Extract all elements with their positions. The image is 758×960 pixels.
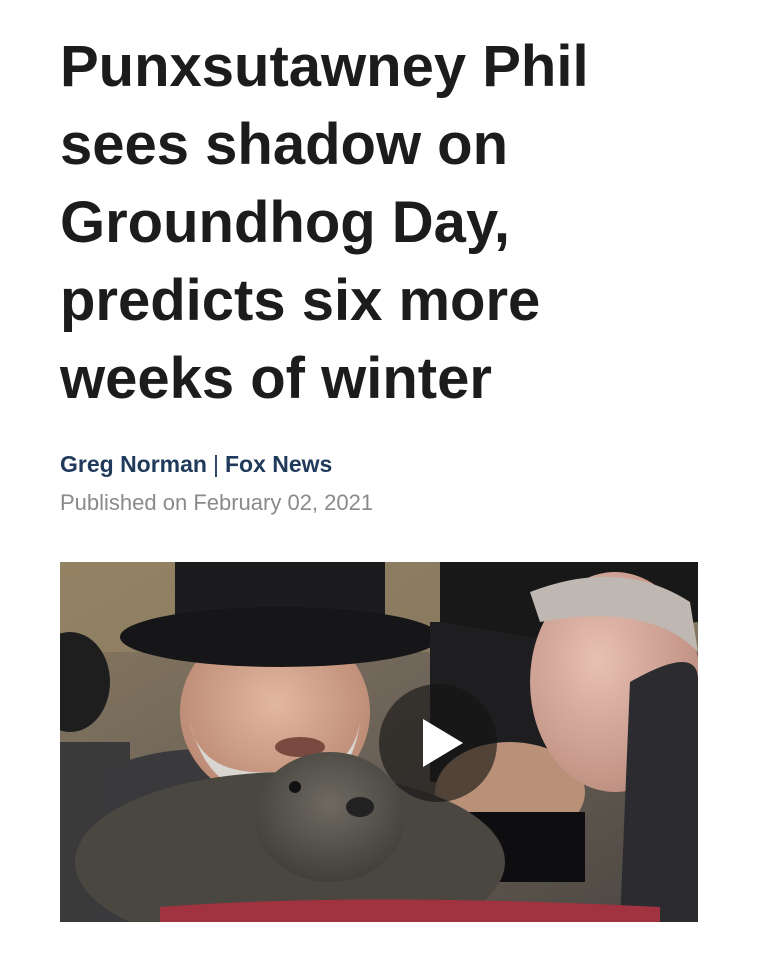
headline-line: Groundhog Day, [60, 190, 511, 255]
headline-line: weeks of winter [60, 346, 492, 411]
published-date: Published on February 02, 2021 [60, 490, 374, 515]
article: Punxsutawney Phil sees shadow on Groundh… [0, 0, 758, 960]
outlet-name[interactable]: Fox News [225, 451, 332, 477]
headline: Punxsutawney Phil sees shadow on Groundh… [60, 28, 720, 418]
byline-separator: | [212, 451, 219, 477]
play-button[interactable] [379, 684, 497, 802]
author-name[interactable]: Greg Norman [60, 451, 207, 477]
play-icon [423, 719, 463, 767]
video-player[interactable] [60, 562, 698, 922]
headline-line: sees shadow on [60, 112, 509, 177]
headline-line: predicts six more [60, 268, 541, 333]
byline: Greg Norman | Fox News [60, 450, 332, 478]
headline-line: Punxsutawney Phil [60, 34, 589, 99]
